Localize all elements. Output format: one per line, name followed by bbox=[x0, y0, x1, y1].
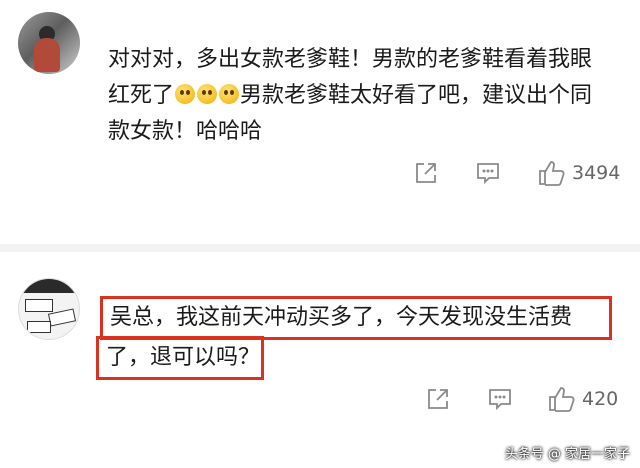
like-button[interactable]: 420 bbox=[548, 384, 618, 414]
reply-button[interactable] bbox=[488, 384, 512, 414]
divider bbox=[0, 244, 640, 252]
grinning-face-icon bbox=[197, 84, 218, 104]
like-button[interactable]: 3494 bbox=[538, 158, 620, 188]
avatar[interactable] bbox=[18, 12, 80, 74]
comment-text: 对对对，多出女款老爹鞋！男款的老爹鞋看着我眼红死了 男款老爹鞋太好看了吧，建议出个… bbox=[108, 42, 608, 150]
grinning-face-icon bbox=[219, 84, 240, 104]
reply-button[interactable] bbox=[476, 158, 500, 188]
comment-text-line1: 吴总，我这前天冲动买多了，今天发现没生活费 bbox=[110, 305, 573, 330]
like-count: 3494 bbox=[572, 162, 621, 184]
comment-icon bbox=[489, 389, 511, 411]
like-count: 420 bbox=[582, 388, 619, 410]
share-icon bbox=[428, 389, 448, 409]
comment-actions: 420 bbox=[0, 384, 640, 414]
thumbs-up-icon bbox=[539, 161, 565, 186]
grinning-face-icon bbox=[175, 84, 196, 104]
comment-actions: 3494 bbox=[0, 158, 640, 188]
share-button[interactable] bbox=[414, 158, 438, 188]
share-icon bbox=[416, 163, 436, 183]
comment-icon bbox=[477, 163, 499, 185]
avatar[interactable] bbox=[18, 278, 80, 340]
thumbs-up-icon bbox=[549, 387, 575, 412]
watermark: 头条号 @ 家居一家子 bbox=[504, 447, 630, 462]
share-button[interactable] bbox=[426, 384, 450, 414]
comment-text-line2: 了，退可以吗？ bbox=[106, 345, 261, 370]
